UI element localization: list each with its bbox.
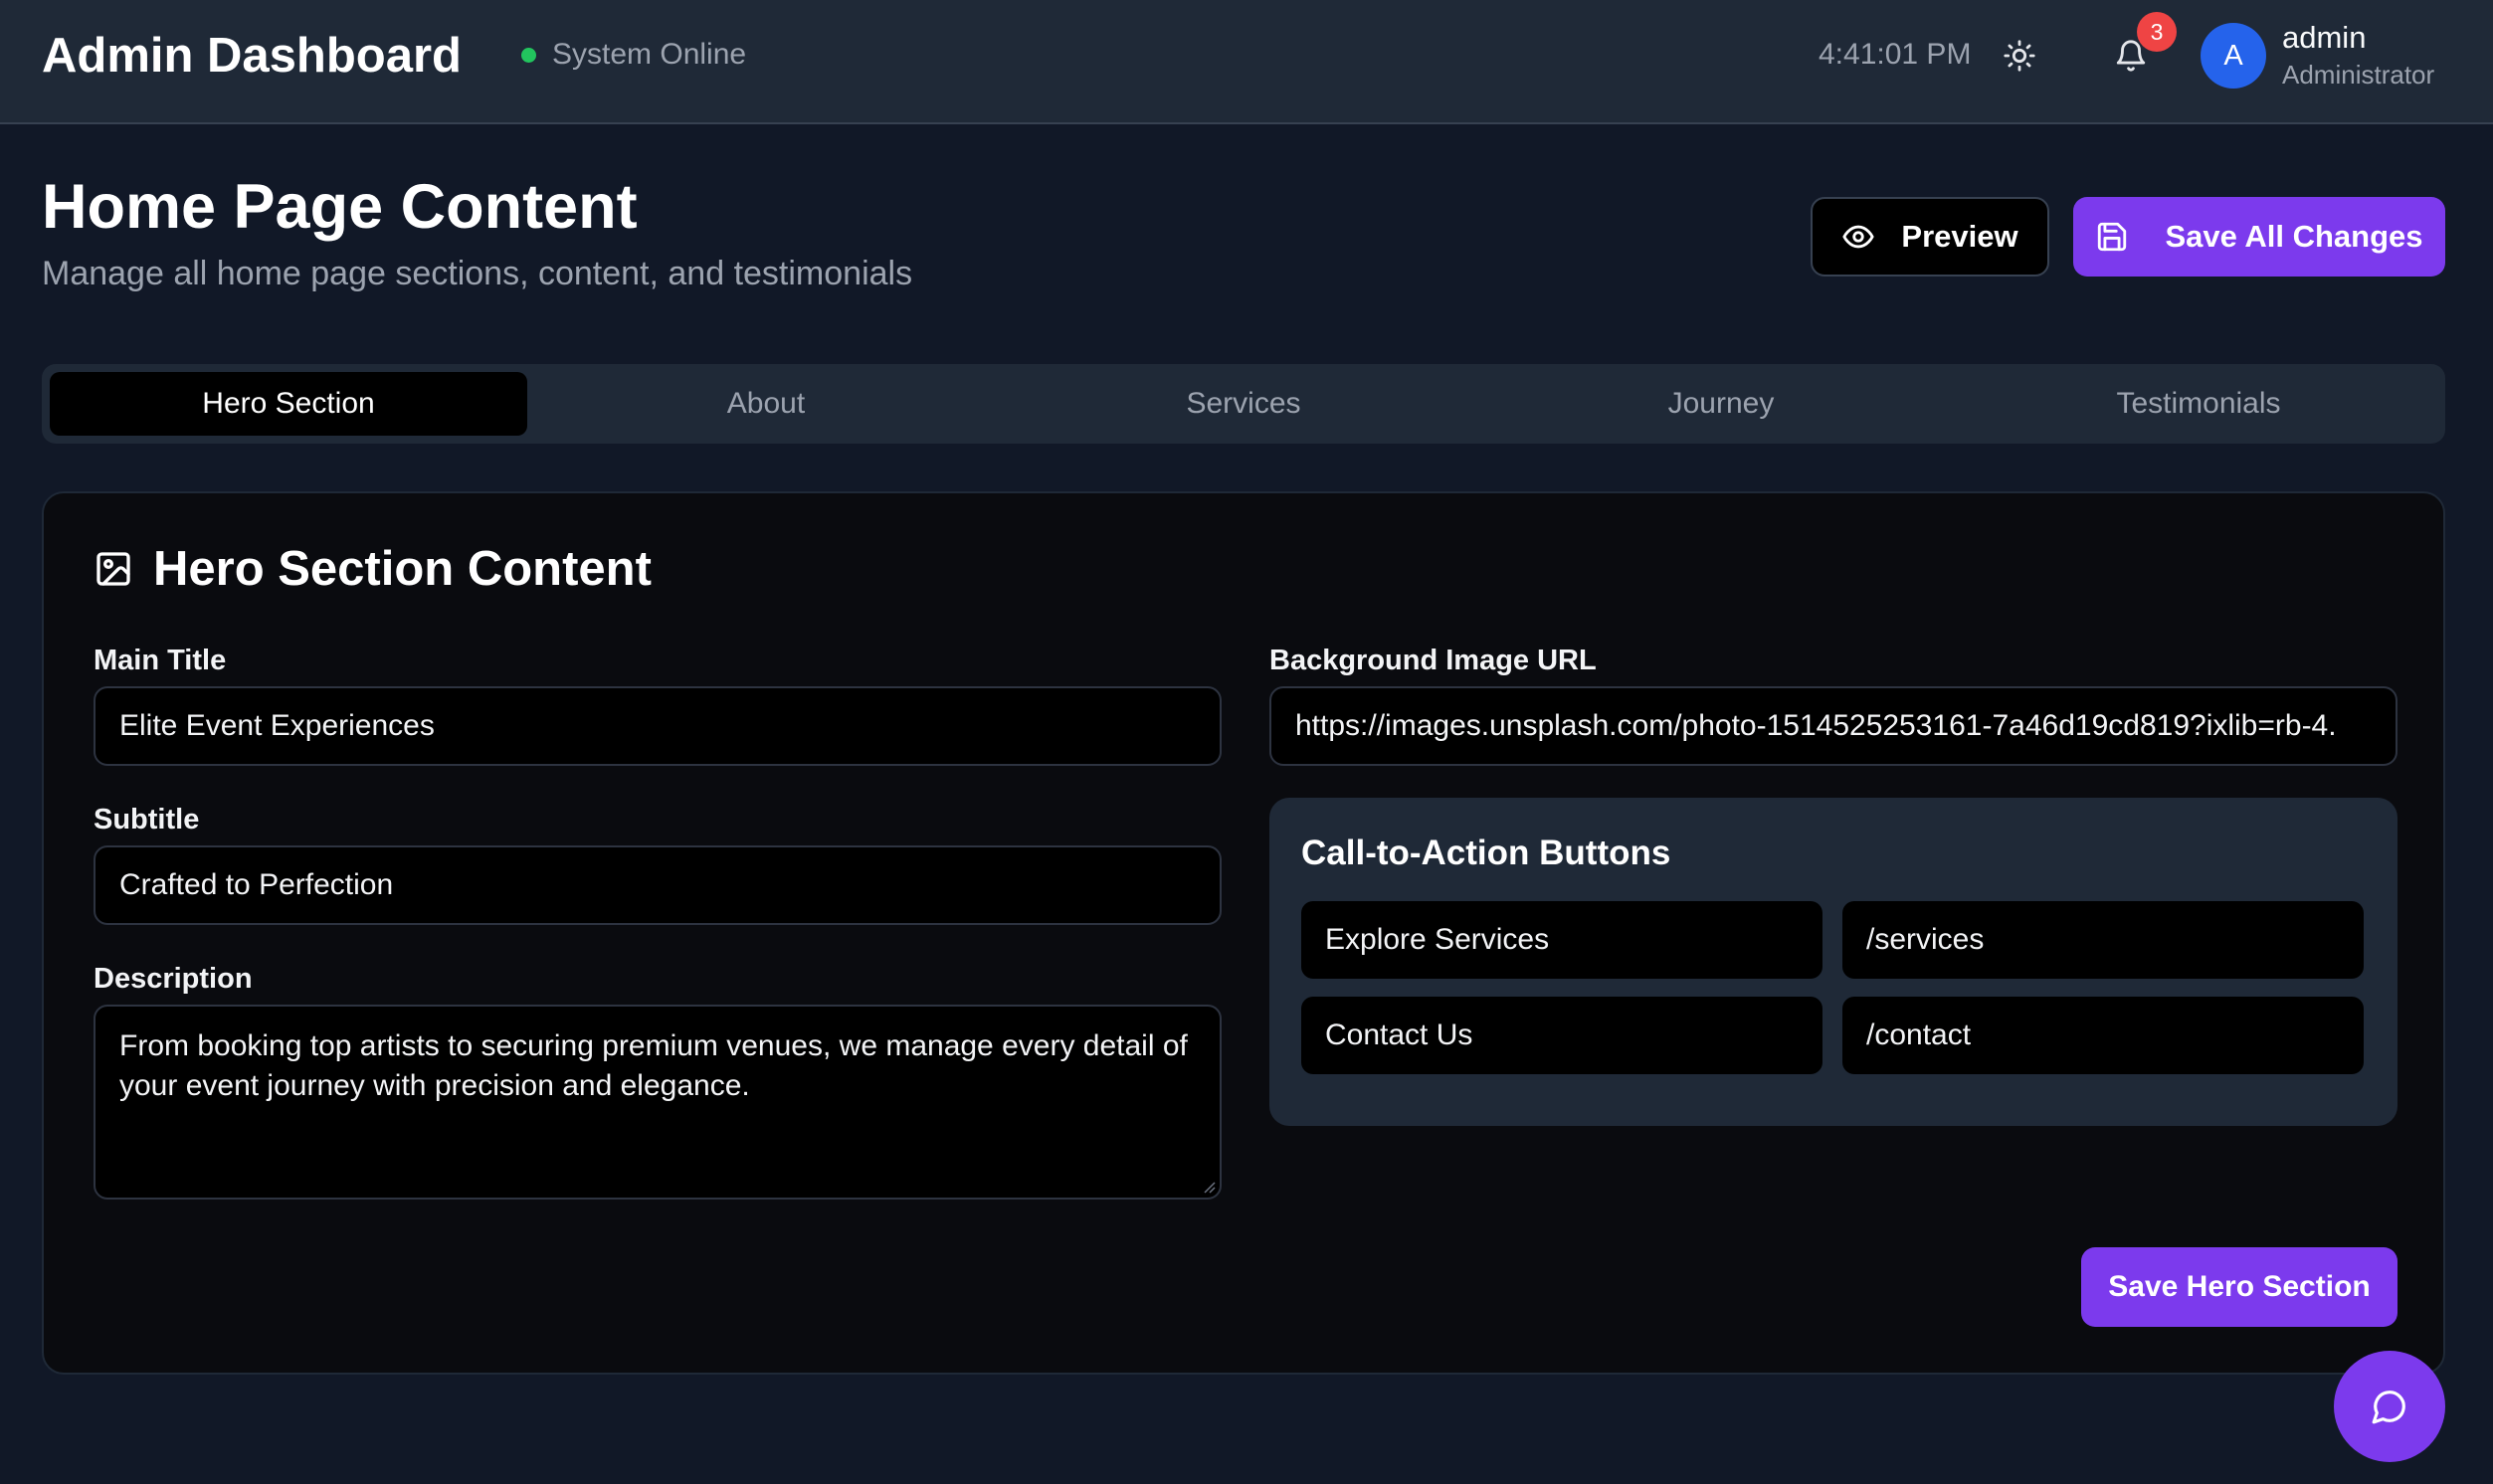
subtitle-label: Subtitle — [94, 804, 200, 835]
cta-primary-text-input[interactable]: Explore Services — [1301, 901, 1822, 979]
resize-grip-icon[interactable] — [1202, 1180, 1216, 1194]
main-title-input[interactable]: Elite Event Experiences — [94, 686, 1222, 766]
cta-title: Call-to-Action Buttons — [1301, 834, 1671, 872]
chat-button[interactable] — [2334, 1351, 2445, 1462]
hero-section-card: Hero Section Content Main Title Elite Ev… — [42, 491, 2445, 1375]
eye-icon — [1842, 225, 1874, 249]
cta-secondary-link-input[interactable]: /contact — [1842, 997, 2364, 1074]
description-textarea[interactable]: From booking top artists to securing pre… — [94, 1005, 1222, 1200]
top-bar: Admin Dashboard System Online 4:41:01 PM… — [0, 0, 2493, 124]
app-title: Admin Dashboard — [42, 29, 462, 83]
tab-about[interactable]: About — [527, 372, 1005, 436]
sun-icon — [2004, 40, 2035, 72]
cta-buttons-panel: Call-to-Action Buttons Explore Services … — [1269, 798, 2397, 1126]
system-status: System Online — [521, 38, 746, 72]
image-icon — [96, 552, 130, 586]
tab-services[interactable]: Services — [1005, 372, 1482, 436]
clock: 4:41:01 PM — [1819, 38, 1972, 71]
section-tabs: Hero Section About Services Journey Test… — [42, 364, 2445, 444]
preview-button[interactable]: Preview — [1811, 197, 2049, 277]
background-image-label: Background Image URL — [1269, 645, 1597, 676]
description-label: Description — [94, 963, 253, 995]
card-title: Hero Section Content — [94, 541, 652, 597]
tab-journey[interactable]: Journey — [1482, 372, 1960, 436]
status-text: System Online — [552, 38, 747, 71]
chat-bubble-icon — [2372, 1391, 2405, 1424]
card-title-text: Hero Section Content — [153, 542, 652, 596]
preview-label: Preview — [1901, 219, 2018, 254]
save-all-changes-button[interactable]: Save All Changes — [2073, 197, 2445, 277]
page-title: Home Page Content — [42, 172, 638, 242]
user-role: Administrator — [2282, 60, 2435, 90]
user-name: admin — [2282, 20, 2367, 55]
page-subtitle: Manage all home page sections, content, … — [42, 255, 913, 292]
save-hero-section-button[interactable]: Save Hero Section — [2081, 1247, 2397, 1327]
notification-count-badge: 3 — [2137, 12, 2177, 52]
avatar[interactable]: A — [2201, 23, 2266, 89]
cta-primary-link-input[interactable]: /services — [1842, 901, 2364, 979]
description-text: From booking top artists to securing pre… — [119, 1029, 1188, 1102]
subtitle-input[interactable]: Crafted to Perfection — [94, 845, 1222, 925]
cta-secondary-text-input[interactable]: Contact Us — [1301, 997, 1822, 1074]
save-icon — [2098, 222, 2127, 252]
save-all-label: Save All Changes — [2165, 219, 2423, 254]
status-dot-icon — [521, 47, 536, 63]
tab-testimonials[interactable]: Testimonials — [1960, 372, 2437, 436]
theme-toggle-button[interactable] — [1992, 28, 2047, 84]
tab-hero-section[interactable]: Hero Section — [50, 372, 527, 436]
background-image-url-input[interactable]: https://images.unsplash.com/photo-151452… — [1269, 686, 2397, 766]
main-title-label: Main Title — [94, 645, 227, 676]
